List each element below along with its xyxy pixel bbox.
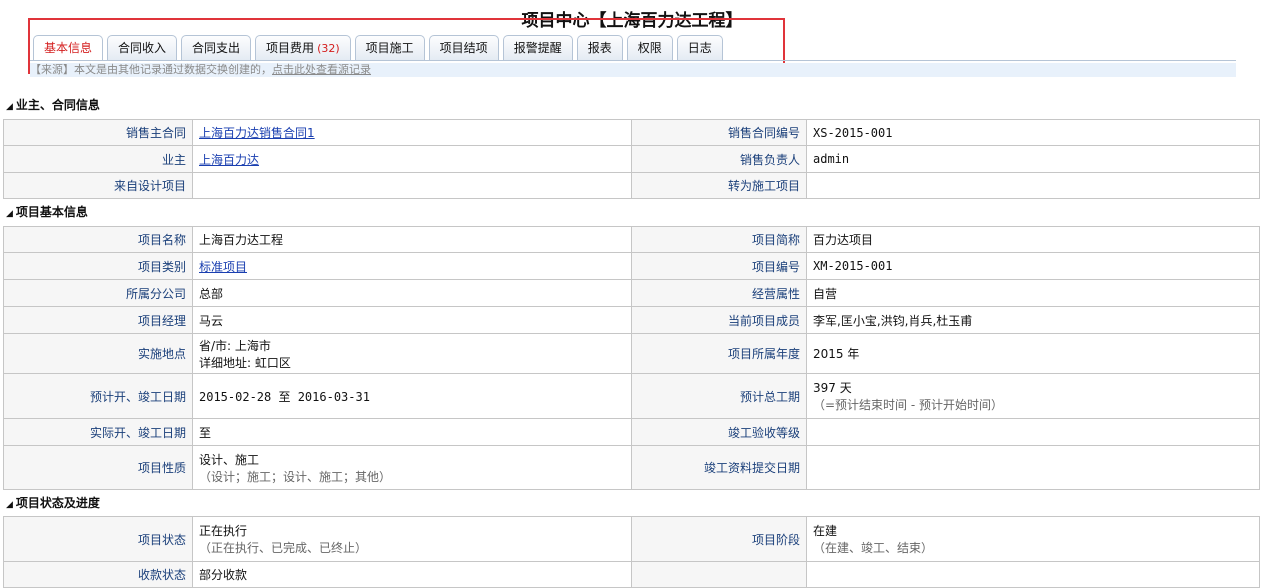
table-row: 项目类别 标准项目 项目编号 XM-2015-001 (3, 252, 1260, 280)
table-row: 来自设计项目 转为施工项目 (3, 172, 1260, 199)
field-label: 预计总工期 (631, 373, 807, 419)
branch-value: 总部 (192, 279, 632, 307)
construction-project-value (806, 172, 1260, 199)
tab-contract-income[interactable]: 合同收入 (107, 35, 178, 60)
field-label: 所属分公司 (3, 279, 193, 307)
field-label: 项目状态 (3, 516, 193, 562)
field-label: 收款状态 (3, 561, 193, 588)
empty-value (806, 561, 1260, 588)
project-manager-value: 马云 (192, 306, 632, 334)
table-row: 项目性质 设计、施工 （设计；施工；设计、施工；其他） 竣工资料提交日期 (3, 445, 1260, 490)
collapse-triangle-icon: ◢ (6, 209, 13, 219)
field-label: 预计开、竣工日期 (3, 373, 193, 419)
field-label: 竣工验收等级 (631, 418, 807, 446)
sales-contract-number: XS-2015-001 (806, 119, 1260, 146)
table-row: 实施地点 省/市: 上海市 详细地址: 虹口区 项目所属年度 2015 年 (3, 333, 1260, 374)
project-short-name-value: 百力达项目 (806, 226, 1260, 253)
page-title: 项目中心【上海百力达工程】 (521, 11, 743, 31)
table-row: 业主 上海百力达 销售负责人 admin (3, 145, 1260, 173)
status-progress-table: 项目状态 正在执行 （正在执行、已完成、已终止） 项目阶段 在建 （在建、竣工、… (3, 516, 1260, 588)
field-label: 项目简称 (631, 226, 807, 253)
planned-duration-value: 397 天 （=预计结束时间 - 预计开始时间） (806, 373, 1260, 419)
design-project-value (192, 172, 632, 199)
acceptance-grade-value (806, 418, 1260, 446)
tab-closure[interactable]: 项目结项 (428, 35, 499, 60)
project-members-value: 李军,匡小宝,洪钧,肖兵,杜玉甫 (806, 306, 1260, 334)
collapse-triangle-icon: ◢ (6, 102, 13, 112)
field-label: 项目性质 (3, 445, 193, 490)
table-row: 所属分公司 总部 经营属性 自营 (3, 279, 1260, 307)
field-label: 项目名称 (3, 226, 193, 253)
field-label: 实施地点 (3, 333, 193, 374)
field-label: 销售负责人 (631, 145, 807, 173)
cost-count-badge: (32) (317, 42, 340, 55)
field-label: 当前项目成员 (631, 306, 807, 334)
table-row: 销售主合同 上海百力达销售合同1 销售合同编号 XS-2015-001 (3, 119, 1260, 146)
project-stage-value: 在建 （在建、竣工、结束） (806, 516, 1260, 562)
field-label: 销售合同编号 (631, 119, 807, 146)
field-label: 转为施工项目 (631, 172, 807, 199)
tab-permissions[interactable]: 权限 (626, 35, 673, 60)
sales-contract-link[interactable]: 上海百力达销售合同1 (199, 126, 315, 140)
tab-divider (30, 60, 1236, 61)
field-label: 经营属性 (631, 279, 807, 307)
collapse-triangle-icon: ◢ (6, 500, 13, 510)
location-value: 省/市: 上海市 详细地址: 虹口区 (192, 333, 632, 374)
table-row: 项目名称 上海百力达工程 项目简称 百力达项目 (3, 226, 1260, 253)
field-label: 销售主合同 (3, 119, 193, 146)
source-notice: 【来源】本文是由其他记录通过数据交换创建的，点击此处查看源记录 (30, 63, 1236, 77)
tab-reports[interactable]: 报表 (576, 35, 623, 60)
section-basic-info-header[interactable]: ◢ 项目基本信息 (6, 203, 88, 220)
source-record-link[interactable]: 点击此处查看源记录 (272, 63, 371, 76)
project-name-value: 上海百力达工程 (192, 226, 632, 253)
project-category-link[interactable]: 标准项目 (199, 260, 247, 274)
tab-construction[interactable]: 项目施工 (354, 35, 425, 60)
business-type-value: 自营 (806, 279, 1260, 307)
owner-link[interactable]: 上海百力达 (199, 153, 259, 167)
tab-alerts[interactable]: 报警提醒 (502, 35, 573, 60)
project-year-value: 2015 年 (806, 333, 1260, 374)
section-status-progress-header[interactable]: ◢ 项目状态及进度 (6, 494, 100, 511)
actual-dates-value: 至 (192, 418, 632, 446)
field-label: 业主 (3, 145, 193, 173)
table-row: 收款状态 部分收款 (3, 561, 1260, 588)
tab-bar: 基本信息 合同收入 合同支出 项目费用 (32) 项目施工 项目结项 报警提醒 报… (33, 35, 727, 61)
project-status-value: 正在执行 （正在执行、已完成、已终止） (192, 516, 632, 562)
field-label: 项目阶段 (631, 516, 807, 562)
field-label: 实际开、竣工日期 (3, 418, 193, 446)
tab-contract-expense[interactable]: 合同支出 (181, 35, 252, 60)
tab-project-cost[interactable]: 项目费用 (32) (255, 35, 351, 60)
field-label: 竣工资料提交日期 (631, 445, 807, 490)
table-row: 实际开、竣工日期 至 竣工验收等级 (3, 418, 1260, 446)
owner-contract-table: 销售主合同 上海百力达销售合同1 销售合同编号 XS-2015-001 业主 上… (3, 119, 1260, 199)
table-row: 预计开、竣工日期 2015-02-28 至 2016-03-31 预计总工期 3… (3, 373, 1260, 419)
field-label: 项目经理 (3, 306, 193, 334)
collection-status-value: 部分收款 (192, 561, 632, 588)
project-number-value: XM-2015-001 (806, 252, 1260, 280)
basic-info-table: 项目名称 上海百力达工程 项目简称 百力达项目 项目类别 标准项目 项目编号 X… (3, 226, 1260, 490)
tab-log[interactable]: 日志 (676, 35, 723, 60)
planned-dates-value: 2015-02-28 至 2016-03-31 (192, 373, 632, 419)
field-label (631, 561, 807, 588)
sales-manager-value: admin (806, 145, 1260, 173)
field-label: 项目编号 (631, 252, 807, 280)
project-nature-value: 设计、施工 （设计；施工；设计、施工；其他） (192, 445, 632, 490)
completion-docs-date-value (806, 445, 1260, 490)
table-row: 项目经理 马云 当前项目成员 李军,匡小宝,洪钧,肖兵,杜玉甫 (3, 306, 1260, 334)
section-owner-contract-header[interactable]: ◢ 业主、合同信息 (6, 96, 100, 113)
field-label: 项目所属年度 (631, 333, 807, 374)
table-row: 项目状态 正在执行 （正在执行、已完成、已终止） 项目阶段 在建 （在建、竣工、… (3, 516, 1260, 562)
field-label: 来自设计项目 (3, 172, 193, 199)
field-label: 项目类别 (3, 252, 193, 280)
tab-basic-info[interactable]: 基本信息 (33, 35, 104, 61)
